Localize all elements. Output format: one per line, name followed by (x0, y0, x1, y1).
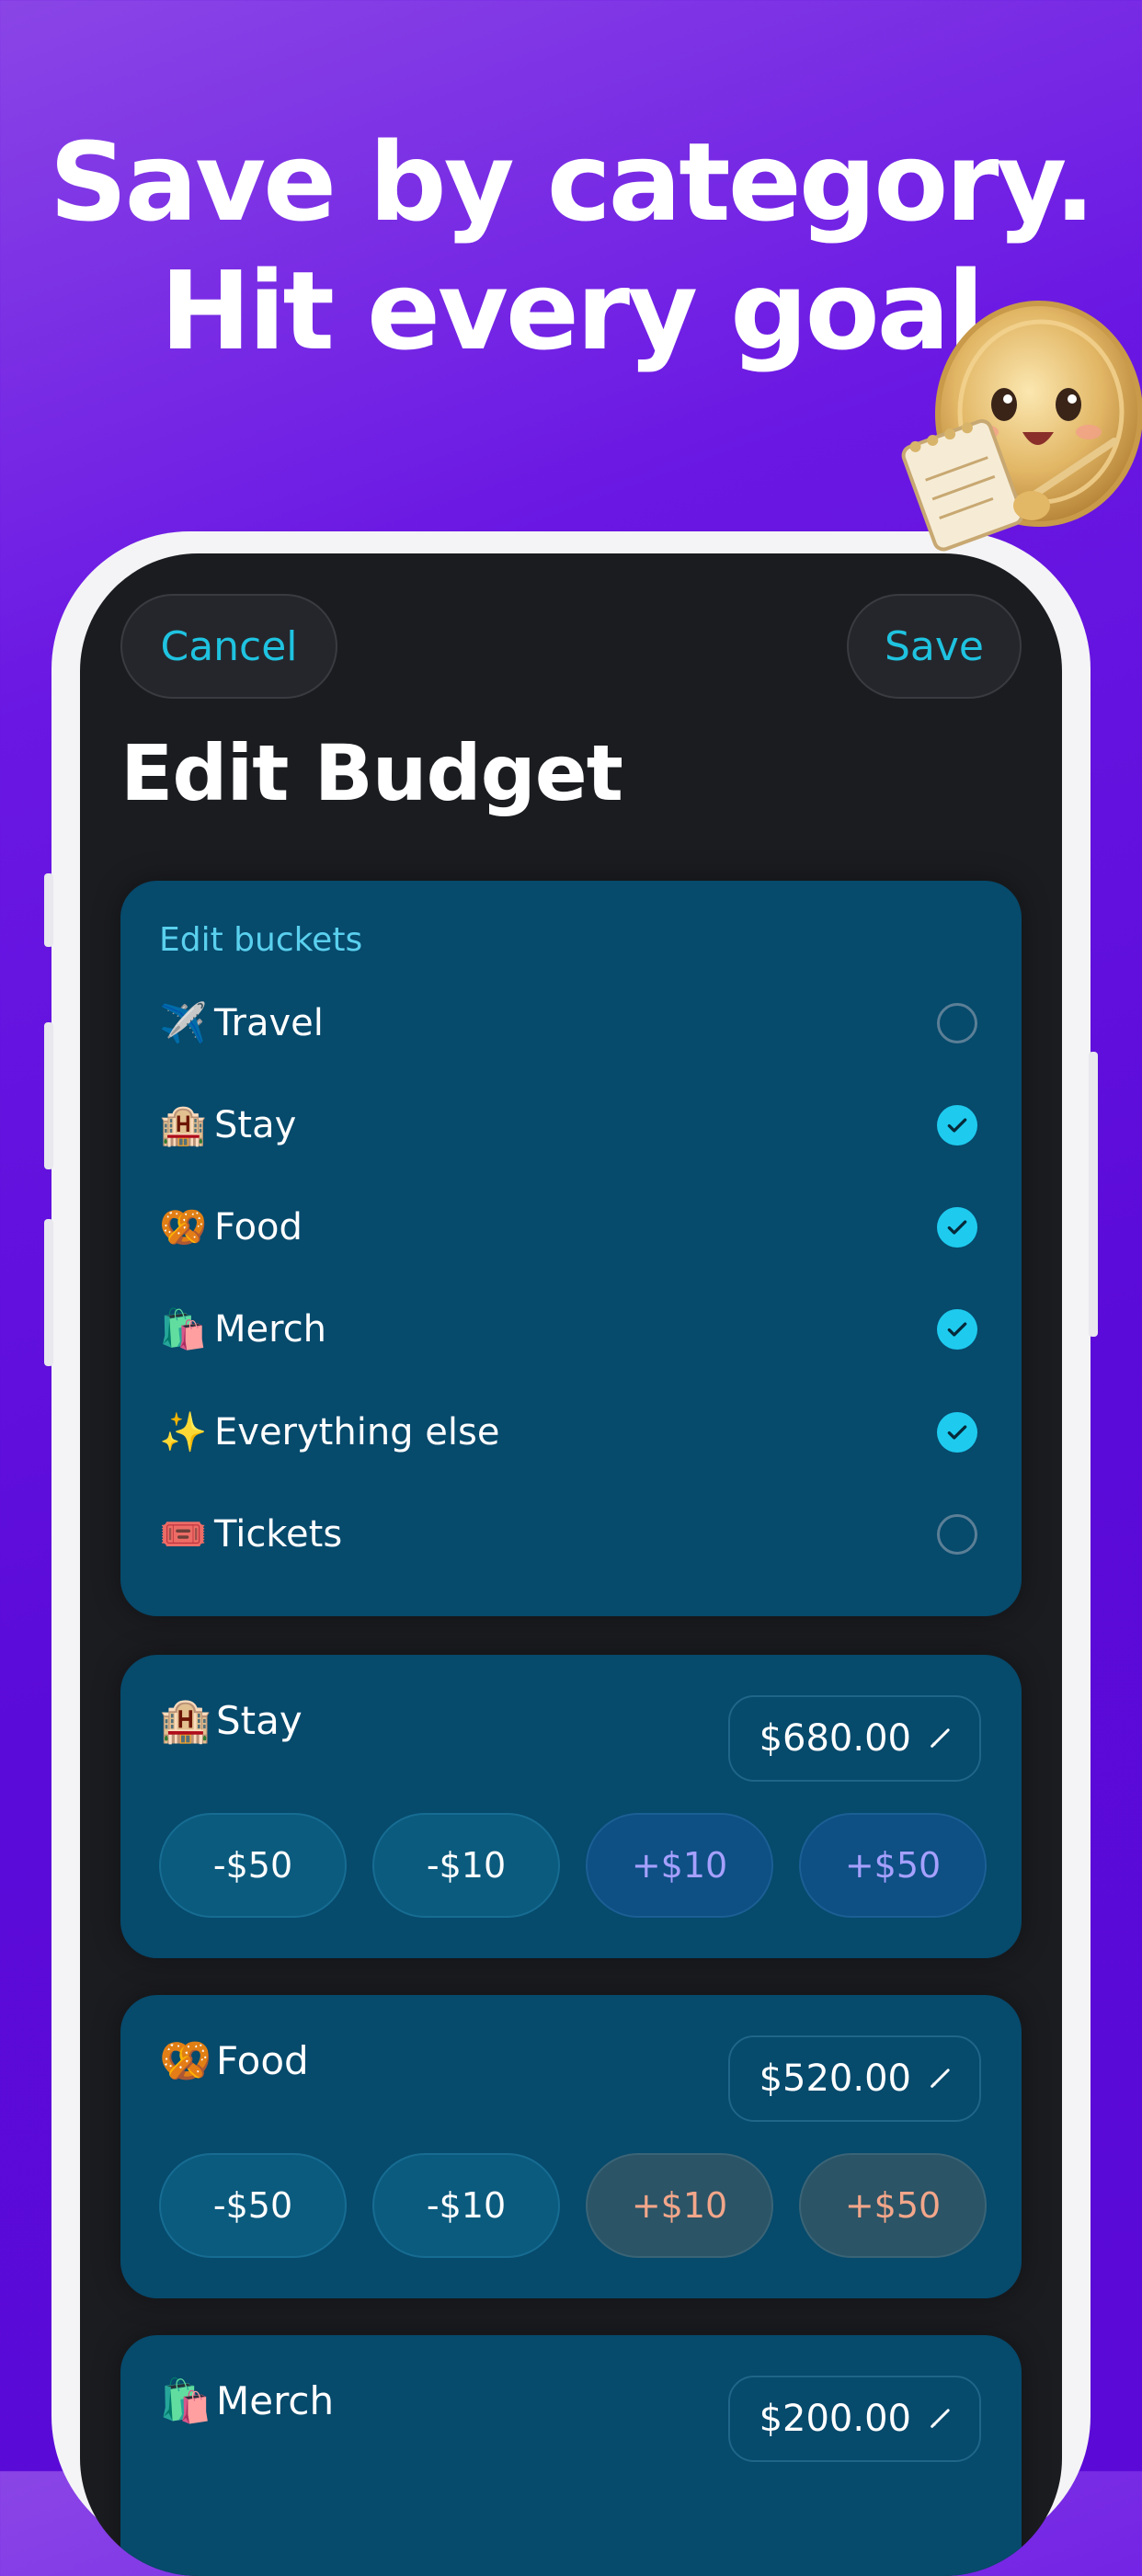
bucket-label: Food (214, 1206, 303, 1248)
increase-50-button[interactable]: +$50 (799, 2153, 987, 2258)
pencil-icon (928, 1717, 954, 1760)
budget-header: 🏨 Stay (159, 1695, 303, 1746)
bucket-label: Travel (214, 1002, 324, 1044)
budget-label: Stay (216, 1698, 303, 1743)
budget-card-stay: 🏨 Stay $680.00 -$50 -$10 +$10 +$50 (120, 1655, 1022, 1958)
save-button[interactable]: Save (847, 594, 1022, 699)
cancel-button[interactable]: Cancel (120, 594, 337, 699)
phone-power-button (1089, 1052, 1098, 1337)
checked-circle-icon[interactable] (937, 1207, 977, 1248)
increase-50-button[interactable]: +$50 (799, 1813, 987, 1918)
bucket-row-travel[interactable]: ✈️ Travel (159, 986, 983, 1060)
decrease-10-button[interactable]: -$10 (372, 2153, 560, 2258)
coin-mascot-icon (901, 301, 1142, 552)
stepper-row: -$50 -$10 +$10 +$50 (159, 2153, 987, 2258)
sparkles-icon: ✨ (159, 1409, 208, 1454)
budget-label: Food (216, 2038, 309, 2083)
edit-buckets-card: Edit buckets ✈️ Travel 🏨 Stay 🥨 Food 🛍️ … (120, 881, 1022, 1616)
bucket-label: Tickets (214, 1513, 343, 1556)
ticket-icon: 🎟️ (159, 1511, 208, 1556)
decrease-10-button[interactable]: -$10 (372, 1813, 560, 1918)
edit-buckets-label: Edit buckets (159, 921, 363, 959)
increase-10-button[interactable]: +$10 (586, 1813, 773, 1918)
checked-circle-icon[interactable] (937, 1412, 977, 1453)
pencil-icon (928, 2398, 954, 2440)
pencil-icon (928, 2057, 954, 2100)
decrease-50-button[interactable]: -$50 (159, 2153, 347, 2258)
airplane-icon: ✈️ (159, 1000, 208, 1045)
unchecked-circle-icon[interactable] (937, 1514, 977, 1555)
hotel-icon: 🏨 (159, 1102, 208, 1147)
budget-header: 🥨 Food (159, 2035, 309, 2086)
bucket-row-merch[interactable]: 🛍️ Merch (159, 1293, 983, 1366)
bucket-row-stay[interactable]: 🏨 Stay (159, 1089, 983, 1162)
shopping-bags-icon: 🛍️ (159, 2376, 212, 2425)
phone-screen: Cancel Save Edit Budget Edit buckets ✈️ … (80, 553, 1062, 2576)
phone-volume-down (44, 1219, 53, 1366)
bucket-row-food[interactable]: 🥨 Food (159, 1191, 983, 1264)
decrease-50-button[interactable]: -$50 (159, 1813, 347, 1918)
budget-amount: $680.00 (759, 1717, 911, 1760)
increase-10-button[interactable]: +$10 (586, 2153, 773, 2258)
bucket-row-tickets[interactable]: 🎟️ Tickets (159, 1498, 983, 1571)
page-title: Edit Budget (120, 728, 623, 818)
budget-amount: $520.00 (759, 2057, 911, 2100)
budget-amount-field[interactable]: $520.00 (727, 2035, 981, 2122)
checked-circle-icon[interactable] (937, 1105, 977, 1146)
hotel-icon: 🏨 (159, 1695, 212, 1745)
pretzel-icon: 🥨 (159, 2035, 212, 2085)
bucket-label: Everything else (214, 1411, 500, 1453)
stepper-row: -$50 -$10 +$10 +$50 (159, 1813, 987, 1918)
phone-volume-up (44, 1022, 53, 1169)
checked-circle-icon[interactable] (937, 1309, 977, 1350)
budget-card-merch: 🛍️ Merch $200.00 (120, 2335, 1022, 2576)
budget-amount-field[interactable]: $200.00 (727, 2376, 981, 2462)
bucket-label: Stay (214, 1104, 297, 1146)
phone-side-button (44, 873, 53, 947)
budget-amount: $200.00 (759, 2398, 911, 2440)
budget-label: Merch (216, 2378, 335, 2423)
headline-line-1: Save by category. (49, 119, 1096, 245)
unchecked-circle-icon[interactable] (937, 1003, 977, 1043)
bucket-row-everything-else[interactable]: ✨ Everything else (159, 1396, 983, 1469)
bucket-label: Merch (214, 1308, 327, 1351)
budget-amount-field[interactable]: $680.00 (727, 1695, 981, 1782)
budget-card-food: 🥨 Food $520.00 -$50 -$10 +$10 +$50 (120, 1995, 1022, 2298)
budget-header: 🛍️ Merch (159, 2376, 334, 2426)
shopping-bags-icon: 🛍️ (159, 1306, 208, 1351)
pretzel-icon: 🥨 (159, 1204, 208, 1249)
